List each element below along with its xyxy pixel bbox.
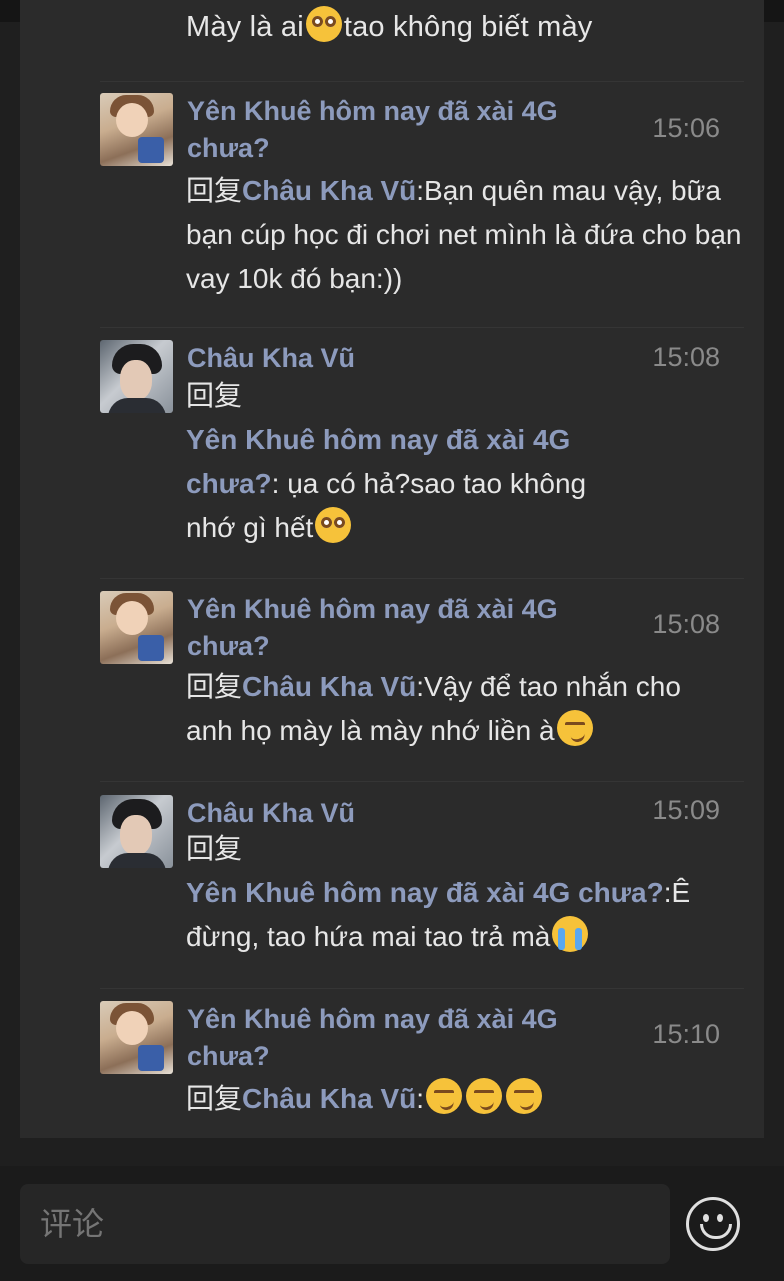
comment-time: 15:08 xyxy=(652,609,720,639)
avatar[interactable] xyxy=(100,340,173,413)
fragment-text-end: tao không biết mày xyxy=(343,11,593,43)
divider xyxy=(100,781,744,782)
avatar[interactable] xyxy=(100,1001,173,1074)
commenter-name[interactable]: Châu Kha Vũ xyxy=(187,340,627,377)
comment-text: 回复 Yên Khuê hôm nay đã xài 4G chưa?: ụa … xyxy=(186,374,606,550)
reply-target-name[interactable]: Châu Kha Vũ xyxy=(242,175,416,206)
smirk-face-icon xyxy=(506,1078,543,1114)
reply-prefix: 回复 xyxy=(186,833,243,864)
reply-prefix: 回复 xyxy=(186,671,243,702)
divider xyxy=(100,81,744,82)
smirk-face-icon xyxy=(556,710,593,746)
commenter-name[interactable]: Yên Khuê hôm nay đã xài 4G chưa? xyxy=(187,591,627,665)
flushed-face-icon xyxy=(305,6,342,42)
comment-input[interactable] xyxy=(20,1184,670,1264)
reply-prefix: 回复 xyxy=(186,380,243,411)
fragment-text-start: Mày là ai xyxy=(186,11,304,43)
smirk-face-icon xyxy=(466,1078,503,1114)
smiley-face-icon[interactable] xyxy=(686,1197,740,1251)
avatar[interactable] xyxy=(100,795,173,868)
divider xyxy=(100,327,744,328)
comment-time: 15:08 xyxy=(652,342,720,372)
reply-prefix: 回复 xyxy=(186,1083,243,1114)
comment-text: 回复Châu Kha Vũ:Bạn quên mau vậy, bữa bạn … xyxy=(186,169,742,301)
avatar[interactable] xyxy=(100,591,173,664)
comment-bar xyxy=(0,1166,784,1281)
comment-content: : xyxy=(416,1083,425,1114)
previous-comment-fragment: Mày là ai tao không biết mày xyxy=(186,6,593,44)
divider xyxy=(100,578,744,579)
comment-text: 回复Châu Kha Vũ:Vậy để tao nhắn cho anh họ… xyxy=(186,665,716,753)
reply-target-name[interactable]: Châu Kha Vũ xyxy=(242,1083,416,1114)
reply-target-name[interactable]: Yên Khuê hôm nay đã xài 4G chưa? xyxy=(186,877,664,908)
reply-prefix: 回复 xyxy=(186,175,243,206)
comment-time: 15:06 xyxy=(652,113,720,143)
comment-list[interactable]: Mày là ai tao không biết mày Yên Khuê hôm… xyxy=(20,0,764,1138)
comment-text: 回复 Yên Khuê hôm nay đã xài 4G chưa?:Ê đừ… xyxy=(186,827,746,959)
comment-text: 回复Châu Kha Vũ: xyxy=(186,1077,746,1121)
divider xyxy=(100,988,744,989)
flushed-face-icon xyxy=(315,507,352,543)
comment-time: 15:09 xyxy=(652,795,720,825)
avatar[interactable] xyxy=(100,93,173,166)
smirk-face-icon xyxy=(426,1078,463,1114)
crying-face-icon xyxy=(552,916,589,952)
commenter-name[interactable]: Yên Khuê hôm nay đã xài 4G chưa? xyxy=(187,1001,627,1075)
reply-target-name[interactable]: Châu Kha Vũ xyxy=(242,671,416,702)
commenter-name[interactable]: Yên Khuê hôm nay đã xài 4G chưa? xyxy=(187,93,627,167)
comment-time: 15:10 xyxy=(652,1019,720,1049)
